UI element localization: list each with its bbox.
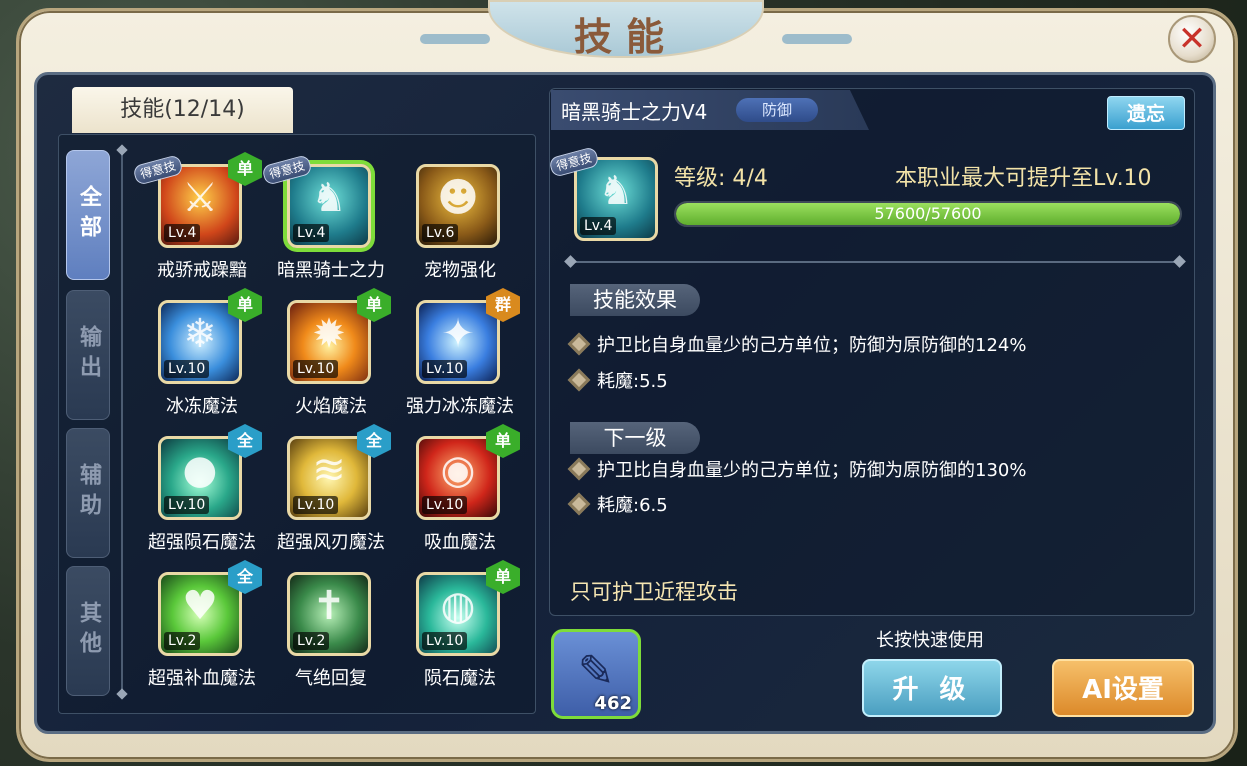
skill-name: 强力冰冻魔法 xyxy=(406,396,514,417)
dark-knight-icon: ♞ Lv.4 xyxy=(574,157,658,241)
skill-name: 吸血魔法 xyxy=(424,532,496,553)
skill-name: 超强补血魔法 xyxy=(148,668,256,689)
skill-name: 宠物强化 xyxy=(424,260,496,281)
skill-level: Lv.10 xyxy=(422,360,468,378)
quick-use-hint: 长按快速使用 xyxy=(876,630,984,651)
next-level-section-title: 下一级 xyxy=(570,422,700,454)
effect-text: 护卫比自身血量少的己方单位；防御为原防御的124% xyxy=(597,335,1027,356)
divider xyxy=(570,261,1180,263)
effect-line: 耗魔:5.5 xyxy=(567,367,668,393)
skill-name: 陨石魔法 xyxy=(424,668,496,689)
ai-settings-button[interactable]: AI设置 xyxy=(1052,659,1194,717)
effect-section-title: 技能效果 xyxy=(570,284,700,316)
skill-name: 戒骄戒躁黯 xyxy=(157,260,247,281)
skill-card[interactable]: ☻ Lv.6 宠物强化 xyxy=(398,160,522,290)
skill-level: Lv.10 xyxy=(164,360,210,378)
category-tab-support[interactable]: 辅助 xyxy=(66,428,110,558)
category-label: 辅助 xyxy=(76,463,101,523)
skill-level: Lv.4 xyxy=(293,224,330,242)
next-effect-line: 护卫比自身血量少的己方单位；防御为原防御的130% xyxy=(567,456,1027,482)
upgrade-button[interactable]: 升 级 xyxy=(862,659,1002,717)
skill-card[interactable]: ≋ Lv.10 全 超强风刃魔法 xyxy=(269,424,393,562)
effect-line: 护卫比自身血量少的己方单位；防御为原防御的124% xyxy=(567,331,1027,357)
skill-card-selected[interactable]: ♞ Lv.4 得意技 暗黑骑士之力 xyxy=(261,154,393,290)
skill-card[interactable]: ⚔ Lv.4 得意技 单 戒骄戒躁黯 xyxy=(132,152,264,290)
skill-type-tag: 防御 xyxy=(736,98,818,122)
close-button[interactable]: ✕ xyxy=(1168,15,1216,63)
quick-item-slot[interactable]: ✎ 462 xyxy=(551,629,641,719)
skill-name: 冰冻魔法 xyxy=(166,396,238,417)
skill-card[interactable]: ✝ Lv.2 气绝回复 xyxy=(269,568,393,698)
tab-skills[interactable]: 技能(12/14) xyxy=(72,87,293,133)
skill-card[interactable]: ❄ Lv.10 单 冰冻魔法 xyxy=(140,288,264,426)
skill-level: Lv.2 xyxy=(293,632,330,650)
skill-card[interactable]: ✹ Lv.10 单 火焰魔法 xyxy=(269,288,393,426)
revive-cross-icon: ✝ Lv.2 xyxy=(287,572,371,656)
effect-text: 耗魔:5.5 xyxy=(597,371,668,392)
skill-name: 火焰魔法 xyxy=(295,396,367,417)
skill-level: Lv.10 xyxy=(293,496,339,514)
skill-level: Lv.10 xyxy=(422,496,468,514)
skill-name: 超强风刃魔法 xyxy=(277,532,385,553)
window-title: 技能 xyxy=(573,14,678,59)
category-tab-other[interactable]: 其他 xyxy=(66,566,110,696)
item-count: 462 xyxy=(594,693,632,714)
skill-name: 超强陨石魔法 xyxy=(148,532,256,553)
pet-icon: ☻ Lv.6 xyxy=(416,164,500,248)
diamond-bullet-icon xyxy=(567,457,591,481)
scrollbar-track[interactable] xyxy=(121,150,123,695)
experience-bar: 57600/57600 xyxy=(674,201,1182,227)
effect-text: 护卫比自身血量少的己方单位；防御为原防御的130% xyxy=(597,460,1027,481)
close-icon: ✕ xyxy=(1177,19,1207,59)
category-tab-output[interactable]: 输出 xyxy=(66,290,110,420)
diamond-bullet-icon xyxy=(567,332,591,356)
level-text: 等级: 4/4 xyxy=(674,166,768,191)
skill-card[interactable]: ✦ Lv.10 群 强力冰冻魔法 xyxy=(398,288,522,426)
skill-card[interactable]: ◍ Lv.10 单 陨石魔法 xyxy=(398,560,522,698)
diamond-bullet-icon xyxy=(567,368,591,392)
detail-skill-title: 暗黑骑士之力V4 xyxy=(561,100,708,124)
diamond-bullet-icon xyxy=(567,492,591,516)
next-effect-line: 耗魔:6.5 xyxy=(567,491,668,517)
skill-level: Lv.4 xyxy=(164,224,201,242)
title-ornament-left xyxy=(420,34,490,44)
skill-card[interactable]: ◉ Lv.10 单 吸血魔法 xyxy=(398,424,522,562)
skill-name: 气绝回复 xyxy=(295,668,367,689)
category-tab-all[interactable]: 全部 xyxy=(66,150,110,280)
skill-name: 暗黑骑士之力 xyxy=(277,260,385,281)
category-label: 其他 xyxy=(76,601,101,661)
skill-note: 只可护卫近程攻击 xyxy=(570,580,738,604)
skill-level: Lv.2 xyxy=(164,632,201,650)
skill-card[interactable]: ♥ Lv.2 全 超强补血魔法 xyxy=(140,560,264,698)
forget-button[interactable]: 遗忘 xyxy=(1107,96,1185,130)
max-level-text: 本职业最大可提升至Lv.10 xyxy=(895,166,1152,191)
skill-level: Lv.10 xyxy=(422,632,468,650)
effect-text: 耗魔:6.5 xyxy=(597,495,668,516)
feather-item-icon: ✎ xyxy=(577,646,615,697)
skill-card[interactable]: ● Lv.10 全 超强陨石魔法 xyxy=(140,424,264,562)
detail-icon-level: Lv.4 xyxy=(580,217,617,235)
skill-level: Lv.6 xyxy=(422,224,459,242)
experience-text: 57600/57600 xyxy=(874,204,982,223)
skill-level: Lv.10 xyxy=(164,496,210,514)
category-label: 全部 xyxy=(76,185,101,245)
title-ornament-right xyxy=(782,34,852,44)
skill-level: Lv.10 xyxy=(293,360,339,378)
category-label: 输出 xyxy=(76,325,101,385)
